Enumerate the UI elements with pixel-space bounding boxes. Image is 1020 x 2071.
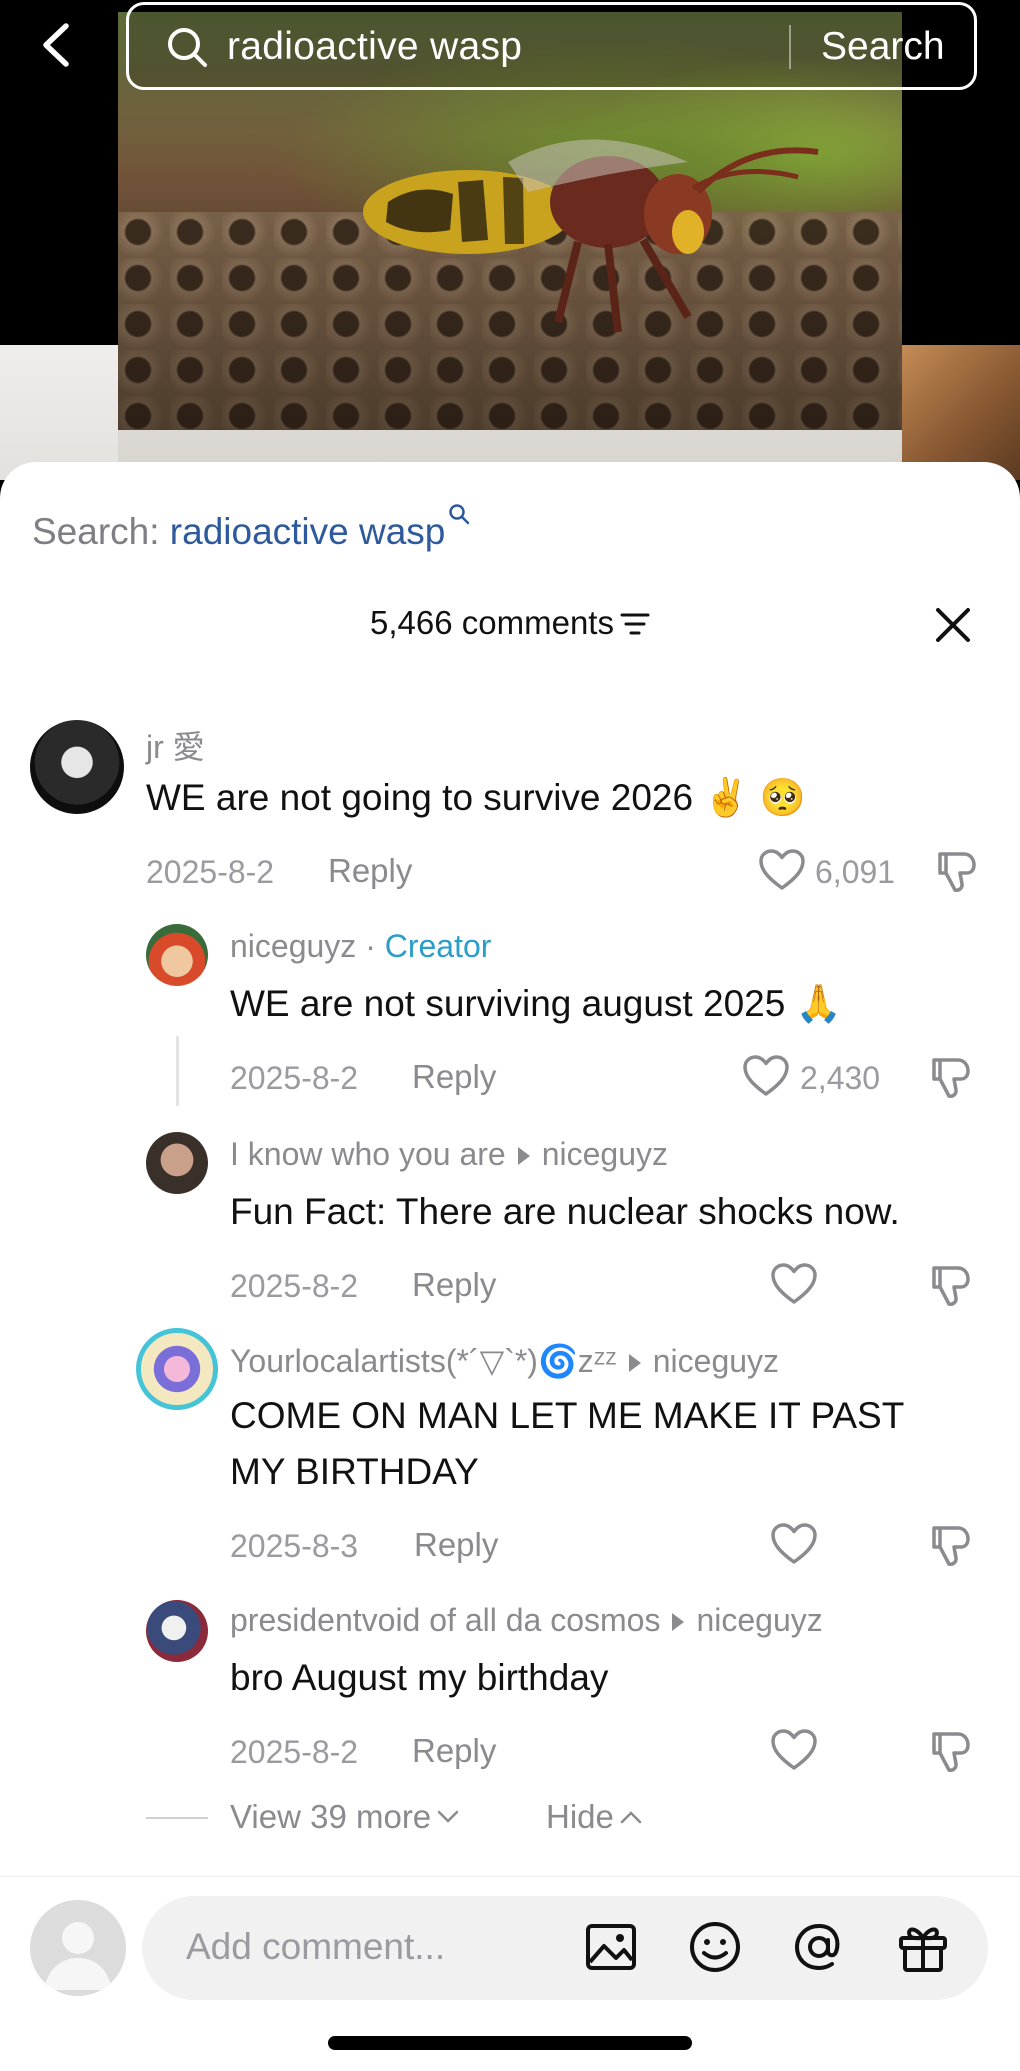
heart-icon[interactable] <box>742 1054 790 1098</box>
reply-to-username[interactable]: niceguyz <box>696 1602 822 1638</box>
reply-arrow-icon <box>517 1146 530 1165</box>
username-separator: · <box>356 928 385 964</box>
mention-icon[interactable] <box>790 1918 848 1976</box>
comment-text-line-1: COME ON MAN LET ME MAKE IT PAST <box>230 1395 905 1436</box>
search-suggestion-term[interactable]: radioactive wasp <box>170 511 446 552</box>
close-icon[interactable] <box>934 606 972 644</box>
comment-text: bro August my birthday <box>230 1657 609 1698</box>
avatar[interactable] <box>30 720 124 814</box>
video-backdrop-right <box>902 345 1020 480</box>
heart-icon[interactable] <box>770 1728 818 1772</box>
comments-count-header[interactable]: 5,466 comments <box>0 604 1020 642</box>
home-indicator[interactable] <box>328 2036 692 2050</box>
comment-input[interactable] <box>186 1922 566 1972</box>
default-avatar-icon <box>44 1922 112 1990</box>
chevron-up-icon <box>620 1811 642 1824</box>
heart-icon[interactable] <box>770 1262 818 1306</box>
chevron-down-icon <box>437 1810 459 1823</box>
comment-date: 2025-8-2 <box>146 854 275 890</box>
avatar[interactable] <box>146 1132 208 1194</box>
username-text[interactable]: I know who you are <box>230 1136 506 1172</box>
heart-icon[interactable] <box>758 848 806 892</box>
like-count: 2,430 <box>800 1060 881 1096</box>
username-text[interactable]: niceguyz <box>230 928 356 964</box>
search-icon <box>449 504 470 525</box>
search-button[interactable]: Search <box>821 25 945 69</box>
comment-text-line-2: MY BIRTHDAY <box>230 1451 479 1492</box>
like-count: 6,091 <box>815 854 896 890</box>
image-icon[interactable] <box>582 1918 640 1976</box>
hide-replies-button[interactable]: Hide <box>546 1798 642 1836</box>
video-backdrop-left <box>0 345 118 480</box>
dislike-icon[interactable] <box>934 850 980 894</box>
comment-username[interactable]: Yourlocalartists(*´▽`*)🌀zᶻᶻ niceguyz <box>230 1342 779 1380</box>
sort-icon[interactable] <box>620 612 650 636</box>
dislike-icon[interactable] <box>928 1730 974 1774</box>
comments-count: 5,466 comments <box>370 604 614 641</box>
reply-button[interactable]: Reply <box>328 852 412 890</box>
wasp-image <box>363 139 819 333</box>
hide-label: Hide <box>546 1798 614 1835</box>
dislike-icon[interactable] <box>928 1264 974 1308</box>
view-more-label: View 39 more <box>230 1798 432 1835</box>
my-avatar[interactable] <box>30 1900 126 1996</box>
emoji-icon[interactable] <box>686 1918 744 1976</box>
video-player[interactable]: radioactive wasp Search <box>0 0 1020 480</box>
search-suggestion[interactable]: Search: radioactive wasp <box>32 502 471 553</box>
reply-button[interactable]: Reply <box>412 1266 496 1304</box>
comment-username[interactable]: niceguyz · Creator <box>230 928 491 965</box>
dislike-icon[interactable] <box>928 1056 974 1100</box>
avatar[interactable] <box>146 1600 208 1662</box>
avatar[interactable] <box>136 1328 218 1410</box>
view-more-replies-button[interactable]: View 39 more <box>230 1798 459 1836</box>
search-icon <box>168 28 207 67</box>
comments-sheet: Search: radioactive wasp 5,466 comments <box>0 462 1020 2071</box>
creator-badge: Creator <box>384 928 492 964</box>
comment-username[interactable]: I know who you are niceguyz <box>230 1136 668 1173</box>
comment-date: 2025-8-2 <box>230 1060 359 1096</box>
comment-text: WE are not surviving august 2025 🙏 <box>230 983 842 1024</box>
comment-date: 2025-8-2 <box>230 1734 359 1770</box>
username-text[interactable]: presidentvoid of all da cosmos <box>230 1602 660 1638</box>
search-bar[interactable]: radioactive wasp Search <box>126 2 977 90</box>
comment-username[interactable]: presidentvoid of all da cosmos niceguyz <box>230 1602 823 1639</box>
gift-icon[interactable] <box>894 1918 952 1976</box>
comment-date: 2025-8-2 <box>230 1268 359 1304</box>
view-more-divider <box>146 1817 208 1819</box>
heart-icon[interactable] <box>770 1522 818 1566</box>
search-suggestion-prefix: Search: <box>32 511 170 552</box>
comment-text: WE are not going to survive 2026 ✌️ 🥺 <box>146 777 806 818</box>
reply-button[interactable]: Reply <box>412 1732 496 1770</box>
reply-button[interactable]: Reply <box>412 1058 496 1096</box>
reply-arrow-icon <box>672 1612 685 1631</box>
comment-date: 2025-8-3 <box>230 1528 359 1564</box>
reply-button[interactable]: Reply <box>414 1526 498 1564</box>
back-arrow-icon[interactable] <box>36 22 76 68</box>
comment-text: Fun Fact: There are nuclear shocks now. <box>230 1191 900 1232</box>
search-query[interactable]: radioactive wasp <box>227 25 522 69</box>
reply-to-username[interactable]: niceguyz <box>653 1343 779 1379</box>
avatar[interactable] <box>146 924 208 986</box>
comment-username[interactable]: jr 愛 <box>146 722 205 768</box>
dislike-icon[interactable] <box>928 1524 974 1568</box>
username-text[interactable]: Yourlocalartists(*´▽`*)🌀zᶻᶻ <box>230 1343 617 1379</box>
reply-arrow-icon <box>628 1353 641 1372</box>
thread-line <box>176 1036 179 1106</box>
reply-to-username[interactable]: niceguyz <box>542 1136 668 1172</box>
search-divider <box>789 25 791 69</box>
